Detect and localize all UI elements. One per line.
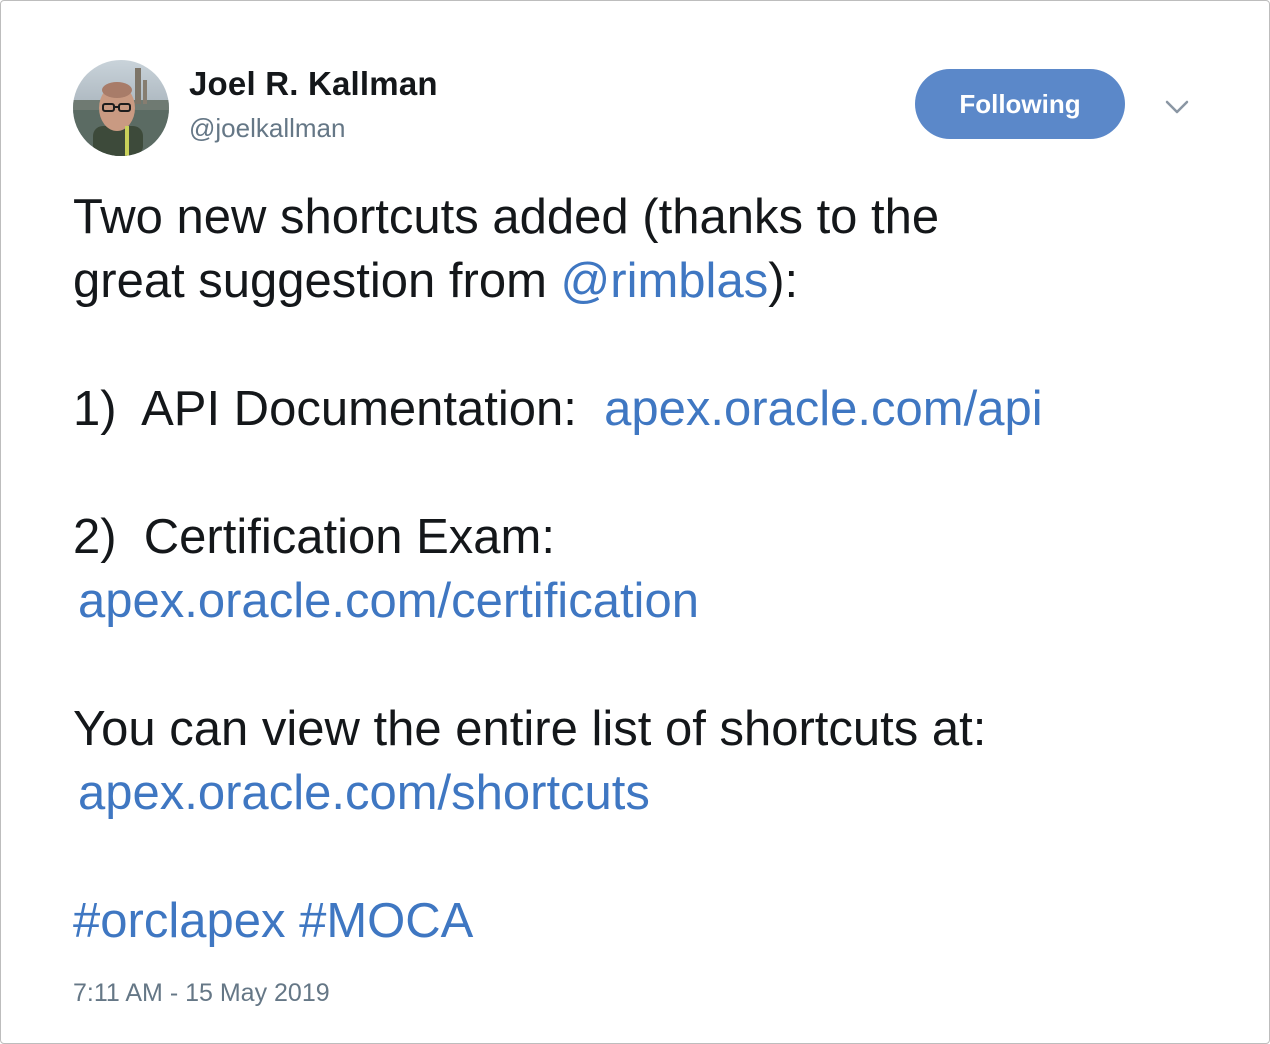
tweet-line-2-suffix: ):: [768, 254, 799, 308]
api-docs-link[interactable]: apex.oracle.com/api: [604, 382, 1043, 436]
author-handle[interactable]: @joelkallman: [189, 113, 345, 144]
more-options-button[interactable]: [1161, 93, 1193, 121]
mention-link[interactable]: @rimblas: [561, 254, 769, 308]
avatar[interactable]: [73, 60, 169, 156]
tweet-card: Joel R. Kallman @joelkallman Following T…: [0, 0, 1270, 1044]
shortcuts-link[interactable]: apex.oracle.com/shortcuts: [78, 766, 650, 820]
hashtag-orclapex[interactable]: #orclapex: [73, 894, 285, 948]
item-2: apex.oracle.com/certification: [73, 569, 1223, 633]
item-2-label: 2) Certification Exam:: [73, 510, 555, 564]
tweet-timestamp[interactable]: 7:11 AM - 15 May 2019: [73, 979, 330, 1008]
hashtags: #orclapex #MOCA: [73, 889, 1223, 953]
hashtag-moca[interactable]: #MOCA: [299, 894, 473, 948]
list-intro: You can view the entire list of shortcut…: [73, 702, 987, 756]
chevron-down-icon: [1165, 100, 1189, 114]
tweet-line-2: great suggestion from @rimblas):: [73, 249, 1223, 313]
item-1: 1) API Documentation: apex.oracle.com/ap…: [73, 377, 1223, 441]
tweet-text: Two new shortcuts added (thanks to the g…: [73, 185, 1223, 953]
tweet-line-2-prefix: great suggestion from: [73, 254, 561, 308]
author-name[interactable]: Joel R. Kallman: [189, 65, 438, 103]
tweet-line-1: Two new shortcuts added (thanks to the: [73, 190, 940, 244]
item-1-label: 1) API Documentation:: [73, 382, 605, 436]
profile-photo-image: [73, 60, 169, 156]
shortcuts-line: apex.oracle.com/shortcuts: [73, 761, 1223, 825]
following-button[interactable]: Following: [915, 69, 1125, 139]
certification-link[interactable]: apex.oracle.com/certification: [78, 574, 699, 628]
